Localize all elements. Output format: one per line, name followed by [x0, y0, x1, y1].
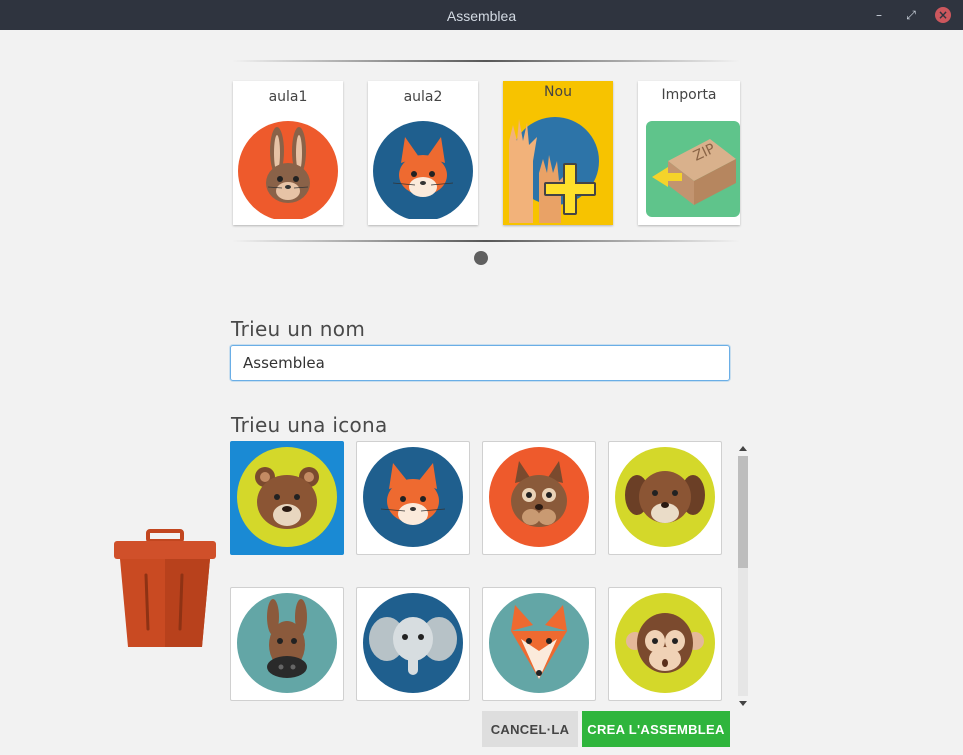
- fox-icon: [373, 121, 473, 219]
- icon-section-title: Trieu una icona: [231, 413, 388, 437]
- icon-option-donkey[interactable]: [230, 587, 344, 701]
- fox-light-icon: [489, 593, 589, 693]
- name-section-title: Trieu un nom: [231, 317, 366, 341]
- project-label: Importa: [661, 87, 717, 103]
- project-card-aula1[interactable]: aula1: [233, 81, 343, 225]
- maximize-icon[interactable]: ⤢: [904, 8, 918, 22]
- icon-option-fox-light[interactable]: [482, 587, 596, 701]
- zip-import-icon: ZIP: [646, 121, 740, 217]
- icon-option-dog[interactable]: [608, 441, 722, 555]
- monkey-icon: [615, 593, 715, 693]
- rabbit-icon: [238, 121, 338, 219]
- fox-icon: [363, 447, 463, 547]
- create-assembly-button[interactable]: CREA L'ASSEMBLEA: [582, 711, 730, 747]
- trash-icon[interactable]: [108, 527, 220, 655]
- carousel-top-divider: [232, 60, 740, 62]
- minimize-icon[interactable]: –: [872, 8, 886, 22]
- new-hands-plus-icon: [509, 117, 599, 223]
- carousel-bottom-divider: [232, 240, 740, 242]
- icon-option-monkey[interactable]: [608, 587, 722, 701]
- icon-option-fox[interactable]: [356, 441, 470, 555]
- project-card-new[interactable]: Nou: [503, 81, 613, 225]
- scroll-up-icon[interactable]: [739, 446, 747, 451]
- project-label: aula2: [403, 89, 443, 105]
- donkey-icon: [237, 593, 337, 693]
- icon-option-bear[interactable]: [230, 441, 344, 555]
- cancel-button[interactable]: CANCEL·LA: [482, 711, 578, 747]
- scrollbar-thumb[interactable]: [738, 456, 748, 568]
- carousel-page-indicator[interactable]: [474, 251, 488, 265]
- close-icon[interactable]: ×: [935, 7, 951, 23]
- window-titlebar: Assemblea – ⤢ ×: [0, 0, 963, 30]
- bear-icon: [237, 447, 337, 547]
- dog-icon: [615, 447, 715, 547]
- project-label: aula1: [268, 89, 308, 105]
- project-card-aula2[interactable]: aula2: [368, 81, 478, 225]
- scroll-down-icon[interactable]: [739, 701, 747, 706]
- name-input[interactable]: [230, 345, 730, 381]
- elephant-icon: [363, 593, 463, 693]
- squirrel-icon: [489, 447, 589, 547]
- project-label: Nou: [544, 84, 572, 100]
- window-title: Assemblea: [446, 8, 517, 24]
- project-card-import[interactable]: Importa ZIP: [638, 81, 740, 225]
- icon-option-squirrel[interactable]: [482, 441, 596, 555]
- icon-list-scrollbar[interactable]: [736, 444, 750, 708]
- icon-option-elephant[interactable]: [356, 587, 470, 701]
